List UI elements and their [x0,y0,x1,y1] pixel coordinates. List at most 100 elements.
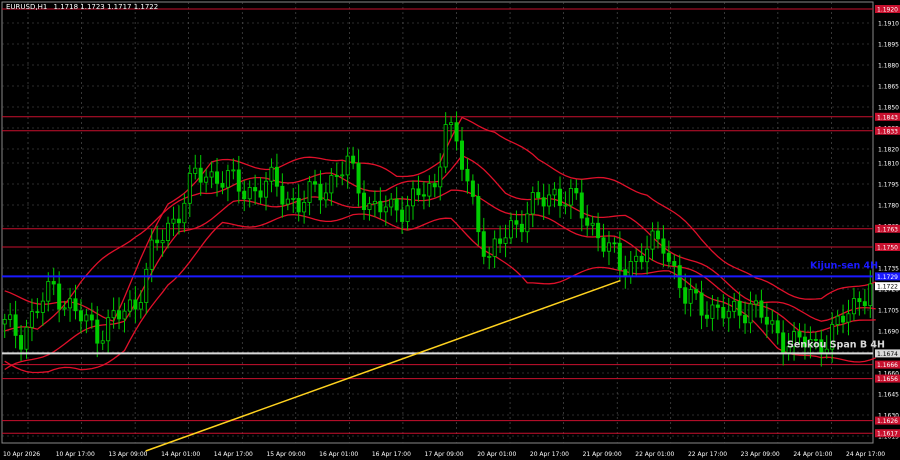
candle-body [465,168,470,182]
kijun-price-label: 1.1729 [877,274,898,281]
candle-body [781,332,786,354]
candle-body [481,231,486,257]
candle-body [84,314,89,322]
candle-body [2,319,7,325]
senkou-label: Senkou Span B 4H [787,339,885,350]
candle-body [13,314,18,336]
candle-body [351,155,356,164]
candle-body [367,203,372,210]
candle-body [122,310,127,320]
candle-body [24,326,29,350]
candle-body [443,124,448,168]
price-chart[interactable]: Kijun-sen 4H Senkou Span B 4H 1.1910 1.189… [0,0,900,460]
candle-body [318,183,323,201]
y-tick-label: 1.1895 [878,42,899,49]
candle-body [198,167,203,183]
candle-body [73,298,78,312]
candle-body [606,242,611,252]
candle-body [579,192,584,219]
y-tick-label: 1.1645 [878,392,899,399]
candle-body [323,192,328,201]
level-label: 1.1626 [877,418,898,425]
level-label: 1.1833 [877,128,898,135]
candle-body [862,301,867,307]
level-label: 1.1763 [877,226,898,233]
candle-body [166,222,171,241]
candle-body [541,197,546,207]
candle-body [100,340,105,344]
level-label: 1.1750 [877,245,898,252]
y-tick-label: 1.1820 [878,147,899,154]
candle-body [645,248,650,263]
candle-body [508,220,513,239]
x-tick-label: 22 Apr 17:00 [688,451,727,458]
x-tick-label: 23 Apr 09:00 [741,451,780,458]
candle-body [536,192,541,199]
ohlc-readout: 1.1718 1.1723 1.1717 1.1722 [53,3,159,11]
level-label: 1.1920 [877,7,898,14]
candle-body [612,242,617,245]
y-tick-label: 1.1865 [878,84,899,91]
candle-body [449,122,454,125]
candle-body [797,331,802,338]
x-tick-label: 17 Apr 09:00 [425,451,464,458]
candle-body [220,182,225,188]
candle-body [753,300,758,305]
x-tick-label: 10 Apr 17:00 [56,451,95,458]
candle-body [394,198,399,211]
x-tick-label: 14 Apr 17:00 [214,451,253,458]
candle-body [383,206,388,213]
chart-title: EURUSD,H1 1.1718 1.1723 1.1717 1.1722 [6,3,162,11]
candle-body [416,188,421,196]
candle-body [133,299,138,310]
candle-body [454,122,459,142]
candle-body [68,298,73,309]
candle-body [775,320,780,334]
candle-body [710,304,715,319]
x-tick-label: 20 Apr 17:00 [530,451,569,458]
candle-body [590,222,595,226]
candle-body [291,197,296,200]
x-tick-label: 24 Apr 01:00 [793,451,832,458]
candle-body [144,268,149,303]
candle-body [405,205,410,222]
x-tick-label: 24 Apr 17:00 [846,451,885,458]
candle-body [547,194,552,207]
candle-body [106,317,111,342]
candle-body [498,238,503,244]
candle-body [29,311,34,328]
candle-body [655,230,660,240]
candle-body [285,198,290,205]
candle-body [57,283,62,310]
candle-body [585,217,590,226]
candle-body [155,239,160,244]
candle-body [623,269,628,277]
candle-body [764,316,769,325]
x-tick-label: 16 Apr 17:00 [372,451,411,458]
symbol-label: EURUSD,H1 [6,3,48,11]
x-tick-label: 20 Apr 01:00 [477,451,516,458]
y-tick-label: 1.1810 [878,161,899,168]
candle-body [639,255,644,263]
candle-body [617,242,622,271]
y-tick-label: 1.1910 [878,21,899,28]
candle-body [302,202,307,213]
x-tick-label: 15 Apr 09:00 [266,451,305,458]
y-tick-label: 1.1880 [878,63,899,70]
candle-body [596,222,601,239]
candle-body [470,180,475,197]
candle-body [247,187,252,200]
level-label: 1.1843 [877,114,898,121]
candle-body [519,223,524,233]
candle-body [236,169,241,192]
candle-body [182,202,187,224]
x-tick-label: 10 Apr 2026 [3,451,40,458]
candle-body [661,238,666,254]
candle-body [459,140,464,170]
candle-body [149,239,154,270]
candle-body [634,255,639,262]
candle-body [487,255,492,258]
candle-body [313,181,318,185]
candle-body [851,298,856,315]
candle-body [258,190,263,198]
